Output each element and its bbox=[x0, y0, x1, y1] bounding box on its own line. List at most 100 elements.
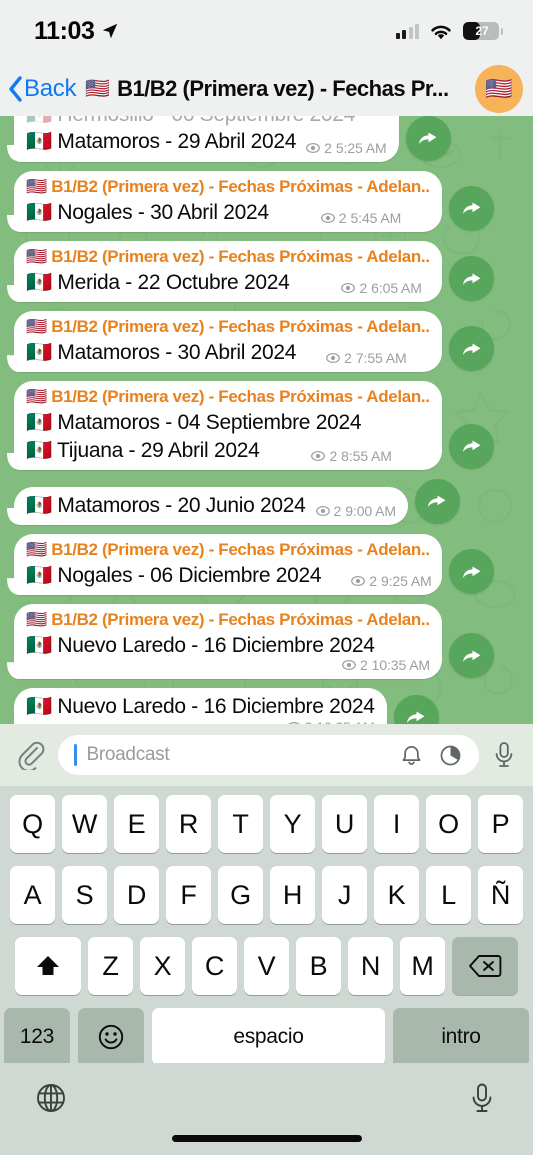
message-row[interactable]: 🇺🇸 B1/B2 (Primera vez) - Fechas Próximas… bbox=[0, 311, 533, 373]
key-r[interactable]: R bbox=[166, 795, 211, 853]
key-s[interactable]: S bbox=[62, 866, 107, 924]
key-u[interactable]: U bbox=[322, 795, 367, 853]
microphone-dictation-icon[interactable] bbox=[465, 1081, 499, 1115]
message-row[interactable]: 🇺🇸 B1/B2 (Primera vez) - Fechas Próximas… bbox=[0, 604, 533, 680]
forward-button[interactable] bbox=[449, 549, 494, 595]
key-g[interactable]: G bbox=[218, 866, 263, 924]
forwarded-from-label[interactable]: 🇺🇸 B1/B2 (Primera vez) - Fechas Próximas… bbox=[26, 246, 430, 269]
message-row[interactable]: 🇲🇽 Hermosillo - 06 Septiembre 2024 🇲🇽 Ma… bbox=[0, 116, 533, 162]
wifi-icon bbox=[431, 25, 451, 39]
enter-key[interactable]: intro bbox=[393, 1008, 529, 1066]
eye-icon bbox=[341, 283, 356, 294]
message-row[interactable]: 🇺🇸 B1/B2 (Primera vez) - Fechas Próximas… bbox=[0, 170, 533, 232]
broadcast-input-field[interactable]: Broadcast bbox=[58, 735, 479, 775]
forward-button[interactable] bbox=[414, 478, 460, 524]
message-row[interactable]: 🇺🇸 B1/B2 (Primera vez) - Fechas Próximas… bbox=[0, 240, 533, 303]
key-y[interactable]: Y bbox=[270, 795, 315, 853]
message-row[interactable]: 🇺🇸 B1/B2 (Primera vez) - Fechas Próximas… bbox=[0, 381, 533, 470]
key-v[interactable]: V bbox=[244, 937, 289, 995]
key-o[interactable]: O bbox=[426, 795, 471, 853]
key-t[interactable]: T bbox=[218, 795, 263, 853]
key-enye[interactable]: Ñ bbox=[478, 866, 523, 924]
shift-key[interactable] bbox=[15, 937, 81, 995]
battery-percent-label: 27 bbox=[475, 24, 489, 38]
forward-arrow-icon bbox=[462, 566, 480, 578]
back-button[interactable]: Back bbox=[8, 75, 76, 103]
forward-button[interactable] bbox=[449, 423, 494, 469]
forwarded-from-label[interactable]: 🇺🇸 B1/B2 (Primera vez) - Fechas Próximas… bbox=[26, 176, 430, 199]
message-input-bar: Broadcast bbox=[0, 724, 533, 786]
microphone-icon[interactable] bbox=[491, 740, 517, 770]
forwarded-from-label[interactable]: 🇺🇸 B1/B2 (Primera vez) - Fechas Próximas… bbox=[26, 386, 430, 409]
forwarded-from-label[interactable]: 🇺🇸 B1/B2 (Primera vez) - Fechas Próximas… bbox=[26, 609, 430, 632]
chat-message-list[interactable]: 🇲🇽 Hermosillo - 06 Septiembre 2024 🇲🇽 Ma… bbox=[0, 116, 533, 724]
key-l[interactable]: L bbox=[426, 866, 471, 924]
forward-button[interactable] bbox=[449, 633, 494, 679]
key-x[interactable]: X bbox=[140, 937, 185, 995]
message-time: 10:35 AM bbox=[371, 657, 430, 674]
key-c[interactable]: C bbox=[192, 937, 237, 995]
message-bubble[interactable]: 🇺🇸 B1/B2 (Primera vez) - Fechas Próximas… bbox=[14, 604, 442, 680]
pie-timer-icon[interactable] bbox=[438, 743, 463, 768]
message-line: 🇲🇽 Hermosillo - 06 Septiembre 2024 bbox=[26, 116, 387, 128]
eye-icon bbox=[311, 450, 326, 461]
forward-button[interactable] bbox=[449, 326, 494, 372]
forward-arrow-icon bbox=[462, 343, 480, 355]
emoji-smiley-icon bbox=[98, 1024, 124, 1050]
forward-button[interactable] bbox=[405, 116, 451, 161]
key-a[interactable]: A bbox=[10, 866, 55, 924]
message-bubble[interactable]: 🇺🇸 B1/B2 (Primera vez) - Fechas Próximas… bbox=[14, 240, 442, 303]
message-line: 🇲🇽 Matamoros - 04 Septiembre 2024 bbox=[26, 411, 362, 435]
backspace-key[interactable] bbox=[452, 937, 518, 995]
key-k[interactable]: K bbox=[374, 866, 419, 924]
on-screen-keyboard[interactable]: Q W E R T Y U I O P A S D F G H J K L Ñ … bbox=[0, 786, 533, 1155]
avatar[interactable]: 🇺🇸 bbox=[475, 65, 523, 113]
forward-button[interactable] bbox=[449, 185, 494, 231]
globe-language-icon[interactable] bbox=[34, 1081, 68, 1115]
key-q[interactable]: Q bbox=[10, 795, 55, 853]
message-row[interactable]: 🇺🇸 B1/B2 (Primera vez) - Fechas Próximas… bbox=[0, 533, 533, 596]
key-f[interactable]: F bbox=[166, 866, 211, 924]
key-e[interactable]: E bbox=[114, 795, 159, 853]
message-bubble[interactable]: 🇲🇽 Matamoros - 20 Junio 2024 2 9:00 AM bbox=[14, 486, 408, 525]
message-bubble[interactable]: 🇲🇽 Hermosillo - 06 Septiembre 2024 🇲🇽 Ma… bbox=[14, 116, 399, 162]
key-n[interactable]: N bbox=[348, 937, 393, 995]
key-m[interactable]: M bbox=[400, 937, 445, 995]
keyboard-row-1: Q W E R T Y U I O P bbox=[4, 795, 529, 853]
space-key[interactable]: espacio bbox=[152, 1008, 385, 1066]
key-i[interactable]: I bbox=[374, 795, 419, 853]
view-count: 2 bbox=[344, 350, 352, 367]
message-meta: 2 8:55 AM bbox=[311, 448, 392, 464]
message-row[interactable]: 🇲🇽 Nuevo Laredo - 16 Diciembre 2024 2 10… bbox=[0, 688, 533, 724]
key-p[interactable]: P bbox=[478, 795, 523, 853]
forwarded-from-label[interactable]: 🇺🇸 B1/B2 (Primera vez) - Fechas Próximas… bbox=[26, 316, 430, 339]
message-line: 🇲🇽 Matamoros - 29 Abril 2024 bbox=[26, 130, 297, 154]
message-bubble[interactable]: 🇲🇽 Nuevo Laredo - 16 Diciembre 2024 2 10… bbox=[14, 688, 387, 724]
key-j[interactable]: J bbox=[322, 866, 367, 924]
numbers-key[interactable]: 123 bbox=[4, 1008, 70, 1066]
paperclip-icon[interactable] bbox=[16, 740, 46, 770]
emoji-key[interactable] bbox=[78, 1008, 144, 1066]
forwarded-from-label[interactable]: 🇺🇸 B1/B2 (Primera vez) - Fechas Próximas… bbox=[26, 539, 430, 562]
key-d[interactable]: D bbox=[114, 866, 159, 924]
key-b[interactable]: B bbox=[296, 937, 341, 995]
view-count: 2 bbox=[359, 657, 368, 674]
message-bubble[interactable]: 🇺🇸 B1/B2 (Primera vez) - Fechas Próximas… bbox=[14, 311, 442, 373]
chat-title[interactable]: 🇺🇸 B1/B2 (Primera vez) - Fechas Pr... bbox=[85, 76, 469, 102]
bell-icon[interactable] bbox=[399, 743, 424, 768]
key-h[interactable]: H bbox=[270, 866, 315, 924]
forward-button[interactable] bbox=[449, 256, 494, 302]
message-bubble[interactable]: 🇺🇸 B1/B2 (Primera vez) - Fechas Próximas… bbox=[14, 533, 442, 596]
keyboard-row-4: 123 espacio intro bbox=[4, 1008, 529, 1066]
message-row[interactable]: 🇲🇽 Matamoros - 20 Junio 2024 2 9:00 AM bbox=[0, 478, 533, 525]
key-w[interactable]: W bbox=[62, 795, 107, 853]
status-bar-left: 11:03 bbox=[34, 17, 119, 46]
forward-button[interactable] bbox=[393, 694, 439, 724]
search-input-placeholder: Broadcast bbox=[86, 744, 170, 765]
message-time: 5:45 AM bbox=[350, 209, 402, 226]
message-meta: 2 9:25 AM bbox=[351, 573, 432, 589]
key-z[interactable]: Z bbox=[88, 937, 133, 995]
message-bubble[interactable]: 🇺🇸 B1/B2 (Primera vez) - Fechas Próximas… bbox=[14, 170, 442, 232]
message-bubble[interactable]: 🇺🇸 B1/B2 (Primera vez) - Fechas Próximas… bbox=[14, 381, 442, 470]
forward-arrow-icon bbox=[462, 202, 480, 215]
